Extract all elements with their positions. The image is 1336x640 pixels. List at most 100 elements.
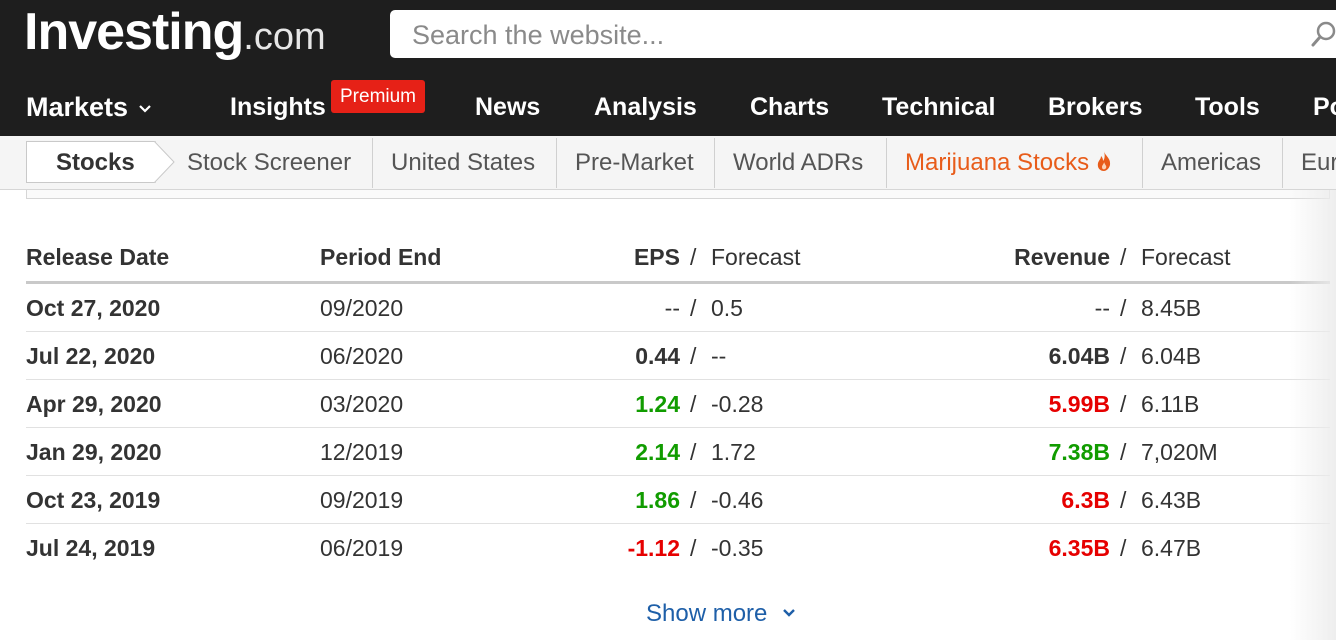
main-nav: Markets Insights Premium News Analysis C… <box>0 80 1336 136</box>
period-end-cell: 09/2019 <box>320 487 404 513</box>
revenue-separator: / <box>1120 295 1127 321</box>
nav-markets[interactable]: Markets <box>26 80 152 136</box>
sub-nav-partial-item[interactable]: Eur <box>1301 136 1336 189</box>
eps-actual-cell: -- <box>664 295 680 321</box>
header-revenue-forecast[interactable]: Forecast <box>1141 244 1230 271</box>
header-revenue[interactable]: Revenue <box>1014 244 1110 271</box>
top-header: Investing.com <box>0 0 1336 80</box>
row-divider <box>26 475 1330 476</box>
investing-earnings-page: Investing.com Markets Insights Premium N… <box>0 0 1336 640</box>
sub-nav-world-adrs[interactable]: World ADRs <box>733 136 863 189</box>
release-date-cell: Jul 24, 2019 <box>26 535 156 561</box>
chevron-down-icon <box>139 105 151 113</box>
nav-partial-item[interactable]: Po <box>1313 80 1336 136</box>
sub-nav-divider <box>886 138 887 188</box>
logo-suffix-text: .com <box>243 16 326 58</box>
nav-news[interactable]: News <box>475 80 540 136</box>
header-eps-separator: / <box>690 244 697 270</box>
row-divider <box>26 523 1330 524</box>
nav-tools[interactable]: Tools <box>1195 80 1260 136</box>
revenue-forecast-cell: 6.11B <box>1141 391 1200 417</box>
header-revenue-separator: / <box>1120 244 1127 270</box>
eps-forecast-cell: 0.5 <box>711 295 743 321</box>
eps-forecast-cell: -0.35 <box>711 535 764 561</box>
revenue-separator: / <box>1120 343 1127 369</box>
eps-separator: / <box>690 391 697 417</box>
eps-forecast-cell: 1.72 <box>711 439 756 465</box>
revenue-forecast-cell: 6.43B <box>1141 487 1202 513</box>
sub-nav-stock-screener[interactable]: Stock Screener <box>187 136 351 189</box>
row-divider <box>26 379 1330 380</box>
release-date-cell: Jan 29, 2020 <box>26 439 162 465</box>
fire-icon <box>1097 150 1111 171</box>
sub-nav-united-states[interactable]: United States <box>391 136 535 189</box>
period-end-cell: 06/2019 <box>320 535 404 561</box>
revenue-actual-cell: 6.3B <box>1061 487 1110 513</box>
eps-separator: / <box>690 535 697 561</box>
revenue-separator: / <box>1120 391 1127 417</box>
header-period-end[interactable]: Period End <box>320 244 441 271</box>
revenue-separator: / <box>1120 535 1127 561</box>
nav-insights-label: Insights <box>230 93 326 121</box>
nav-technical[interactable]: Technical <box>882 80 995 136</box>
chevron-down-icon <box>783 608 795 617</box>
nav-markets-label: Markets <box>26 92 129 122</box>
sub-nav-americas[interactable]: Americas <box>1161 136 1261 189</box>
search-box <box>390 10 1336 60</box>
revenue-separator: / <box>1120 439 1127 465</box>
revenue-actual-cell: -- <box>1094 295 1110 321</box>
sub-nav-pre-market[interactable]: Pre-Market <box>575 136 694 189</box>
revenue-forecast-cell: 6.04B <box>1141 343 1202 369</box>
eps-separator: / <box>690 343 697 369</box>
show-more-label: Show more <box>646 600 768 627</box>
sub-nav-divider <box>372 138 373 188</box>
show-more-link[interactable]: Show more <box>646 600 796 628</box>
header-eps-forecast[interactable]: Forecast <box>711 244 800 271</box>
eps-forecast-cell: -- <box>711 343 727 369</box>
revenue-forecast-cell: 6.47B <box>1141 535 1202 561</box>
release-date-cell: Oct 23, 2019 <box>26 487 161 513</box>
sub-nav-marijuana-stocks[interactable]: Marijuana Stocks <box>905 136 1113 189</box>
nav-charts[interactable]: Charts <box>750 80 829 136</box>
sub-nav-marijuana-label: Marijuana Stocks <box>905 149 1090 176</box>
nav-insights[interactable]: Insights <box>230 80 326 136</box>
search-input[interactable] <box>410 10 1294 60</box>
revenue-separator: / <box>1120 487 1127 513</box>
period-end-cell: 03/2020 <box>320 391 404 417</box>
release-date-cell: Apr 29, 2020 <box>26 391 162 417</box>
row-divider <box>26 331 1330 332</box>
sub-nav-stocks[interactable]: Stocks <box>56 136 135 189</box>
eps-forecast-cell: -0.46 <box>711 487 764 513</box>
eps-separator: / <box>690 295 697 321</box>
table-header-rule <box>26 281 1330 284</box>
investing-logo[interactable]: Investing.com <box>24 2 326 75</box>
period-end-cell: 12/2019 <box>320 439 404 465</box>
sub-nav-divider <box>714 138 715 188</box>
panel-bottom-edge <box>26 190 1330 199</box>
row-divider <box>26 427 1330 428</box>
header-eps[interactable]: EPS <box>634 244 680 271</box>
nav-analysis[interactable]: Analysis <box>594 80 697 136</box>
sub-nav-divider <box>1142 138 1143 188</box>
eps-separator: / <box>690 487 697 513</box>
nav-brokers[interactable]: Brokers <box>1048 80 1143 136</box>
eps-actual-cell: -1.12 <box>627 535 680 561</box>
sub-nav-divider <box>556 138 557 188</box>
release-date-cell: Oct 27, 2020 <box>26 295 161 321</box>
scroll-shadow <box>1290 190 1336 640</box>
sub-nav-divider <box>1282 138 1283 188</box>
revenue-actual-cell: 6.04B <box>1048 343 1110 369</box>
premium-badge[interactable]: Premium <box>331 80 426 113</box>
eps-actual-cell: 0.44 <box>635 343 680 369</box>
revenue-actual-cell: 6.35B <box>1048 535 1110 561</box>
logo-main-text: Investing <box>24 3 244 61</box>
revenue-forecast-cell: 8.45B <box>1141 295 1202 321</box>
period-end-cell: 06/2020 <box>320 343 404 369</box>
eps-actual-cell: 2.14 <box>635 439 680 465</box>
release-date-cell: Jul 22, 2020 <box>26 343 156 369</box>
search-icon[interactable] <box>1310 20 1336 48</box>
revenue-forecast-cell: 7,020M <box>1141 439 1218 465</box>
header-release-date[interactable]: Release Date <box>26 244 169 271</box>
eps-forecast-cell: -0.28 <box>711 391 764 417</box>
active-tab-arrow <box>154 141 175 183</box>
